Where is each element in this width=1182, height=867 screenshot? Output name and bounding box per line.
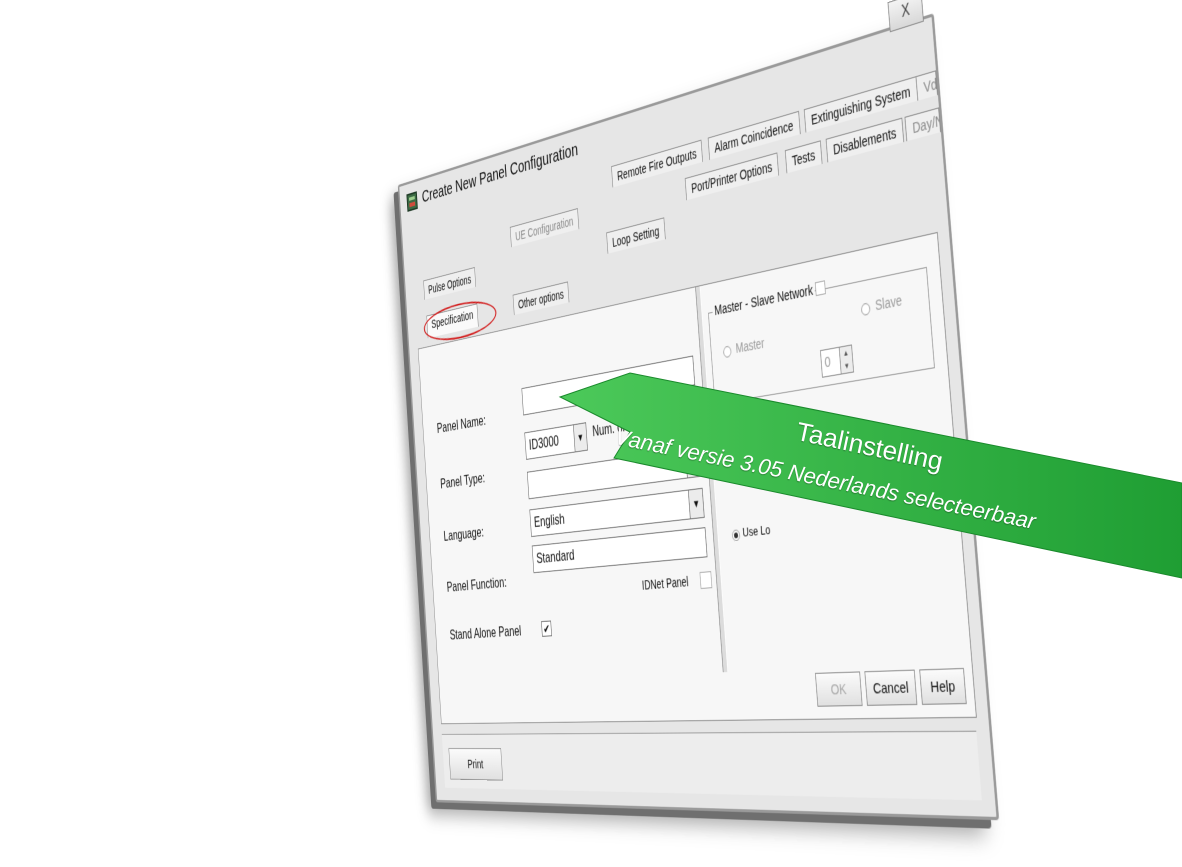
master-slave-label: Master - Slave Network [712, 282, 816, 319]
stand-alone-checkbox[interactable]: ✔ [541, 621, 552, 637]
app-icon [406, 191, 417, 212]
spinner-arrows[interactable]: ▲ ▼ [839, 346, 853, 374]
language-label: Language: [443, 524, 484, 545]
num-slaves-label: Number of Slaves: [719, 401, 798, 429]
help-button[interactable]: Help [919, 668, 966, 705]
panel-function-field[interactable]: Standard [532, 527, 708, 573]
slave-radio[interactable] [861, 302, 871, 316]
idnet-panel-checkbox[interactable] [700, 571, 713, 589]
create-panel-dialog: Create New Panel Configuration X Remote … [398, 13, 999, 820]
panel-name-input[interactable] [521, 355, 695, 415]
specification-panel: Panel Name: Panel Type: ID3000 ▼ Num. of… [418, 232, 977, 724]
tab-specification-label: Specification [431, 308, 474, 332]
num-slaves-spinner[interactable]: 0 ▲ ▼ [820, 344, 854, 377]
panel-function-label: Panel Function: [446, 574, 507, 596]
idnet-panel-label: IDNet Panel [641, 574, 688, 592]
tab-pulse-options[interactable]: Pulse Options [423, 267, 476, 300]
tab-vds-network-options[interactable]: VdS Network Options [916, 70, 938, 100]
chevron-down-icon[interactable]: ▼ [573, 423, 587, 451]
tab-ue-configuration[interactable]: UE Configuration [510, 208, 579, 247]
slave-label: Slave [872, 291, 904, 313]
chevron-down-icon[interactable]: ▼ [685, 404, 701, 434]
use-local-radio[interactable] [732, 529, 741, 541]
master-label: Master [733, 335, 767, 356]
master-slave-checkbox[interactable] [815, 280, 826, 296]
master-radio[interactable] [723, 345, 732, 358]
title-bar: Create New Panel Configuration X [399, 17, 935, 223]
window-title: Create New Panel Configuration [421, 139, 578, 207]
language-value: English [534, 510, 566, 530]
num-zones-select[interactable]: 255 ▼ [664, 403, 701, 438]
cancel-button[interactable]: Cancel [864, 670, 917, 706]
num-slaves-value: 0 [824, 353, 831, 371]
panel-type-select[interactable]: ID3000 ▼ [524, 422, 588, 460]
tab-loop-setting[interactable]: Loop Setting [606, 217, 665, 253]
print-button[interactable]: Print [449, 748, 504, 780]
use-local-label: Use Lo [742, 522, 771, 539]
chevron-down-icon[interactable]: ▼ [688, 489, 704, 519]
tab-tests[interactable]: Tests [785, 140, 822, 173]
tab-day-night-mode[interactable]: Day/Night Mode [905, 107, 941, 141]
stand-alone-label: Stand Alone Panel [449, 623, 521, 644]
ok-button[interactable]: OK [815, 671, 863, 706]
print-bar: Print [442, 731, 982, 801]
arrow-down-icon[interactable]: ▼ [841, 359, 854, 374]
screenshot-stage: Create New Panel Configuration X Remote … [0, 0, 1182, 867]
close-button[interactable]: X [888, 0, 924, 32]
tab-specification[interactable]: Specification [426, 303, 478, 338]
tab-other-options[interactable]: Other options [513, 281, 570, 315]
panel-name-label: Panel Name: [436, 412, 486, 437]
master-slave-group: Master - Slave Network Master Slave 0 ▲ ▼ [708, 267, 935, 405]
panel-type-value: ID3000 [528, 432, 559, 453]
panel-type-label: Panel Type: [440, 470, 486, 493]
